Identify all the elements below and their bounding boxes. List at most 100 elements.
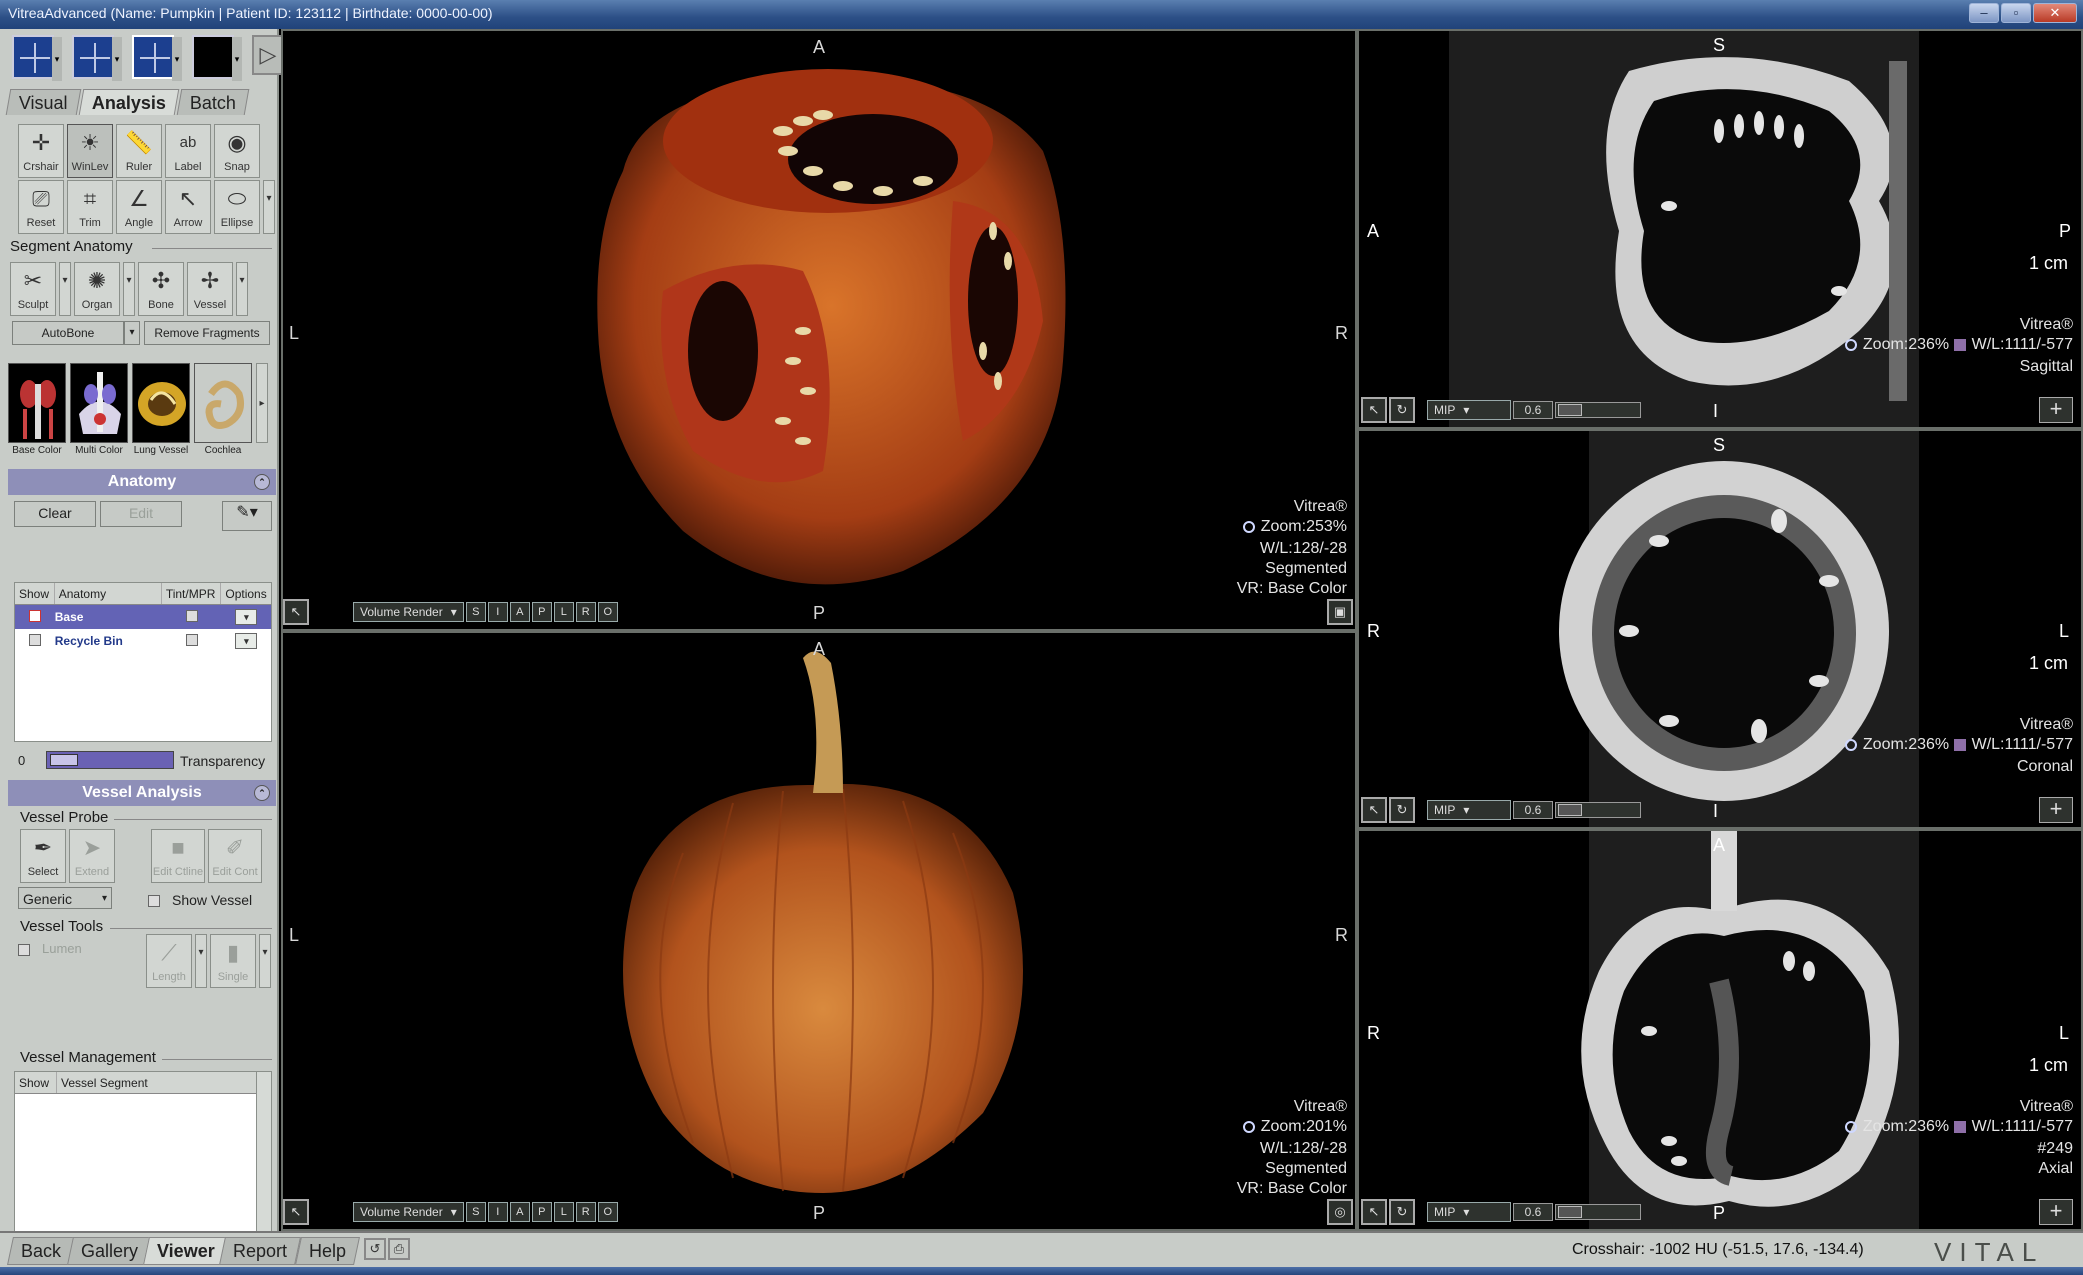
vr-viewport-bottom[interactable]: A P L R Vitrea® Zoom:201% W/L:128/-28 Se… (281, 631, 1357, 1231)
magnifier-icon[interactable] (1844, 339, 1857, 351)
layout-2up-button[interactable]: ▾ (72, 35, 122, 81)
edit-contour-tool[interactable]: ✐ Edit Cont (208, 829, 262, 883)
preset-multi-color[interactable]: Multi Color (70, 363, 128, 456)
slab-mode-select[interactable]: MIP ▾ (1427, 800, 1511, 820)
tab-report[interactable]: Report (219, 1237, 302, 1265)
window-level-icon[interactable] (1953, 339, 1966, 351)
view-s-button[interactable]: S (465, 1202, 486, 1222)
rotate-icon[interactable]: ↻ (1389, 797, 1415, 823)
trim-tool[interactable]: ⌗ Trim (67, 180, 113, 234)
axial-viewport[interactable]: A P R L 1 cm Vitrea® Zoom:236% W/L:1111/… (1357, 829, 2083, 1231)
options-dropdown[interactable]: ▾ (235, 609, 258, 625)
tint-checkbox[interactable] (185, 633, 198, 646)
play-button[interactable]: ▷ (252, 35, 284, 75)
chevron-down-icon[interactable]: ▾ (52, 37, 62, 81)
preset-lung-vessel[interactable]: Lung Vessel (132, 363, 190, 456)
maximize-button[interactable]: ▫ (2001, 3, 2031, 23)
view-p-button[interactable]: P (531, 602, 552, 622)
single-dropdown[interactable]: ▾ (259, 934, 271, 988)
view-r-button[interactable]: R (575, 602, 596, 622)
reset-tool[interactable]: ⎚ Reset (18, 180, 64, 234)
organ-tool[interactable]: ✺ Organ (74, 262, 120, 316)
minimize-button[interactable]: – (1969, 3, 1999, 23)
extend-probe-tool[interactable]: ➤ Extend (69, 829, 115, 883)
tab-viewer[interactable]: Viewer (143, 1237, 229, 1265)
render-mode-select[interactable]: Volume Render ▾ (353, 602, 464, 622)
slab-thickness[interactable]: 0.6 (1513, 401, 1553, 419)
sagittal-viewport[interactable]: S I A P 1 cm Vitrea® Zoom:236% W/L:1111/… (1357, 29, 2083, 429)
tint-checkbox[interactable] (185, 609, 198, 622)
tab-help[interactable]: Help (295, 1237, 361, 1265)
view-a-button[interactable]: A (509, 1202, 530, 1222)
expand-icon[interactable]: ↖ (283, 599, 309, 625)
magnifier-icon[interactable] (1242, 521, 1255, 533)
rotate-icon[interactable]: ↻ (1389, 397, 1415, 423)
layout-single-button[interactable]: ▾ (192, 35, 242, 81)
single-tool[interactable]: ▮ Single (210, 934, 256, 988)
view-l-button[interactable]: L (553, 1202, 574, 1222)
chevron-down-icon[interactable]: ▾ (232, 37, 242, 81)
coronal-viewport[interactable]: S I R L 1 cm Vitrea® Zoom:236% W/L:1111/… (1357, 429, 2083, 829)
length-dropdown[interactable]: ▾ (195, 934, 207, 988)
autobone-dropdown[interactable]: ▾ (124, 321, 140, 345)
show-vessel-checkbox[interactable] (148, 895, 160, 907)
window-level-icon[interactable] (1953, 1121, 1966, 1133)
slab-mode-select[interactable]: MIP ▾ (1427, 1202, 1511, 1222)
tools-dropdown[interactable]: ▾ (263, 180, 275, 234)
view-a-button[interactable]: A (509, 602, 530, 622)
window-level-tool[interactable]: ☀ WinLev (67, 124, 113, 178)
globe-icon[interactable]: ◎ (1327, 1199, 1353, 1225)
preset-base-color[interactable]: Base Color (8, 363, 66, 456)
magnifier-icon[interactable] (1844, 739, 1857, 751)
undo-icon[interactable]: ↺ (364, 1238, 386, 1260)
select-probe-tool[interactable]: ✒ Select (20, 829, 66, 883)
pen-tool-button[interactable]: ✎▾ (222, 501, 272, 531)
tab-analysis[interactable]: Analysis (78, 89, 180, 115)
expand-icon[interactable]: ↖ (1361, 797, 1387, 823)
tab-batch[interactable]: Batch (176, 89, 250, 115)
anatomy-row[interactable]: Base ▾ (15, 605, 271, 629)
layout-4up-button[interactable]: ▾ (12, 35, 62, 81)
label-tool[interactable]: ab Label (165, 124, 211, 178)
add-view-button[interactable]: + (2039, 1199, 2073, 1225)
view-o-button[interactable]: O (597, 602, 618, 622)
autobone-button[interactable]: AutoBone (12, 321, 124, 345)
preset-cochlea[interactable]: Cochlea (194, 363, 252, 456)
options-dropdown[interactable]: ▾ (235, 633, 258, 649)
view-s-button[interactable]: S (465, 602, 486, 622)
expand-icon[interactable]: ↖ (1361, 397, 1387, 423)
add-view-button[interactable]: + (2039, 397, 2073, 423)
arrow-tool[interactable]: ↖ Arrow (165, 180, 211, 234)
layout-5up-button[interactable]: ▾ (132, 35, 182, 81)
window-level-icon[interactable] (1953, 739, 1966, 751)
show-checkbox[interactable] (29, 609, 41, 622)
view-r-button[interactable]: R (575, 1202, 596, 1222)
snapshot-icon[interactable]: ⎙ (388, 1238, 410, 1260)
close-button[interactable]: ✕ (2033, 3, 2077, 23)
view-p-button[interactable]: P (531, 1202, 552, 1222)
collapse-icon[interactable]: ⌃ (254, 474, 270, 490)
vessel-dropdown[interactable]: ▾ (236, 262, 248, 316)
vessel-list-scrollbar[interactable] (256, 1071, 272, 1233)
view-l-button[interactable]: L (553, 602, 574, 622)
organ-dropdown[interactable]: ▾ (123, 262, 135, 316)
anatomy-row[interactable]: Recycle Bin ▾ (15, 629, 271, 653)
ruler-tool[interactable]: 📏 Ruler (116, 124, 162, 178)
presets-scroll[interactable]: ▸ (256, 363, 268, 443)
slab-slider[interactable] (1555, 402, 1641, 418)
edit-button[interactable]: Edit (100, 501, 182, 527)
view-o-button[interactable]: O (597, 1202, 618, 1222)
show-checkbox[interactable] (29, 633, 41, 646)
edit-centerline-tool[interactable]: ■ Edit Ctline (151, 829, 205, 883)
chevron-down-icon[interactable]: ▾ (172, 37, 182, 81)
slab-thickness[interactable]: 0.6 (1513, 801, 1553, 819)
lumen-checkbox[interactable] (18, 944, 30, 956)
magnifier-icon[interactable] (1242, 1121, 1255, 1133)
tab-visual[interactable]: Visual (5, 89, 81, 115)
remove-fragments-button[interactable]: Remove Fragments (144, 321, 270, 345)
slab-mode-select[interactable]: MIP ▾ (1427, 400, 1511, 420)
cube-icon[interactable]: ▣ (1327, 599, 1353, 625)
sculpt-tool[interactable]: ✂ Sculpt (10, 262, 56, 316)
expand-icon[interactable]: ↖ (1361, 1199, 1387, 1225)
add-view-button[interactable]: + (2039, 797, 2073, 823)
